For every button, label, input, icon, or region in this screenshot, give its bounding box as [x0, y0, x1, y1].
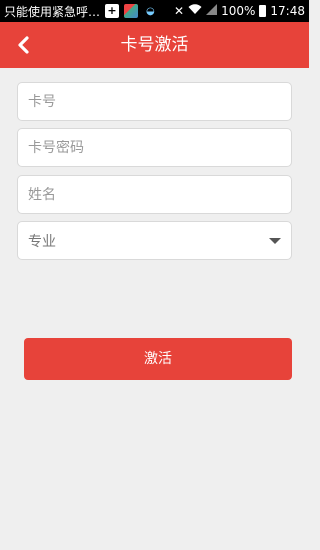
page-title: 卡号激活: [120, 35, 189, 55]
dropdown-arrow-icon: [269, 238, 281, 244]
major-select-label: 专业: [28, 233, 56, 250]
major-select[interactable]: 专业: [17, 221, 292, 260]
status-bar: 只能使用紧急呼… + ◒ ✕ 100% 17:48: [0, 0, 309, 22]
add-notification-icon: +: [105, 4, 120, 18]
card-password-input[interactable]: [28, 139, 291, 156]
notification-text: 只能使用紧急呼…: [4, 4, 101, 19]
card-password-field[interactable]: [17, 128, 292, 167]
battery-percent: 100%: [221, 4, 256, 18]
name-input[interactable]: [28, 186, 291, 203]
card-number-input[interactable]: [28, 93, 291, 110]
image-notification-icon: [124, 4, 139, 18]
mute-icon: ✕: [174, 4, 185, 18]
app-notification-icon: ◒: [146, 5, 155, 17]
app-header: 卡号激活: [0, 22, 309, 68]
chevron-left-icon: [18, 36, 29, 54]
card-number-field[interactable]: [17, 82, 292, 121]
back-button[interactable]: [8, 30, 38, 60]
wifi-icon: [188, 4, 202, 18]
battery-icon: [259, 5, 267, 17]
activate-button[interactable]: 激活: [24, 338, 292, 380]
clock: 17:48: [270, 4, 305, 18]
signal-icon: [206, 4, 218, 18]
name-field[interactable]: [17, 175, 292, 214]
